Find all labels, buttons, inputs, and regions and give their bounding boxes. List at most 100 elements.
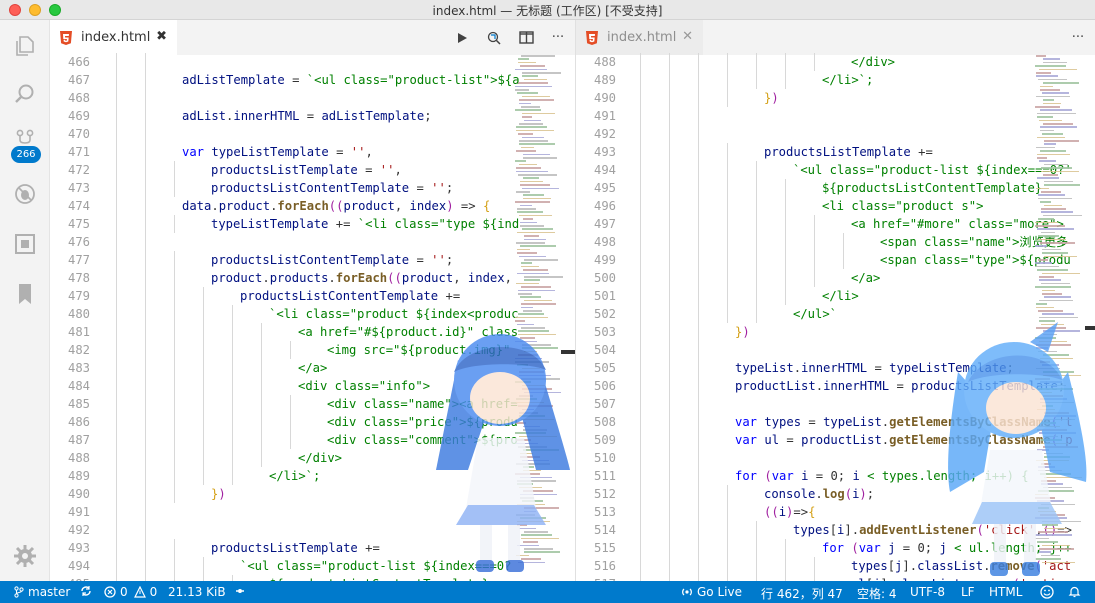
code-line[interactable]: 478 product.products.forEach((product, in… — [50, 269, 575, 287]
indent-guide — [698, 431, 699, 449]
indentation[interactable]: 空格: 4 — [857, 585, 897, 602]
indent-guide — [203, 467, 204, 485]
indent-guide — [174, 215, 175, 233]
indent-guide — [698, 377, 699, 395]
code-line[interactable]: 471 var typeListTemplate = '', — [50, 143, 575, 161]
indent-guide — [145, 107, 146, 125]
more-icon[interactable]: ··· — [1069, 29, 1087, 47]
indent-guide — [174, 161, 175, 179]
extensions-icon[interactable] — [0, 220, 50, 268]
go-live-button[interactable]: Go Live — [681, 585, 742, 599]
code-line[interactable]: 467 adListTemplate = `<ul class="product-… — [50, 71, 575, 89]
close-tab-button[interactable]: ✖ — [156, 29, 167, 44]
code-line[interactable]: 493 productsListTemplate += — [576, 143, 1095, 161]
code-line[interactable]: 469 adList.innerHTML = adListTemplate; — [50, 107, 575, 125]
minimap-line — [1038, 259, 1048, 261]
line-number: 490 — [593, 91, 616, 105]
indent-guide — [698, 323, 699, 341]
minimap-line — [1040, 85, 1053, 88]
code-line[interactable]: 497 <a href="#more" class="more"> — [576, 215, 1095, 233]
indent-guide — [640, 215, 641, 233]
code-line[interactable]: 501 </li> — [576, 287, 1095, 305]
gear-icon[interactable] — [0, 532, 50, 580]
code-line[interactable]: 491 — [576, 107, 1095, 125]
line-ending[interactable]: LF — [961, 585, 975, 599]
code-line[interactable]: 476 — [50, 233, 575, 251]
tab-index-html[interactable]: index.html ✖ — [50, 20, 177, 55]
indent-guide — [290, 431, 291, 449]
minimap-line — [1044, 140, 1079, 142]
files-icon[interactable] — [0, 22, 50, 70]
problems-indicator[interactable]: 0 0 — [104, 585, 157, 599]
code-line[interactable]: 474 data.product.forEach((product, index)… — [50, 197, 575, 215]
run-icon[interactable] — [453, 29, 471, 47]
indent-guide — [669, 557, 670, 575]
split-editor-icon[interactable] — [517, 29, 535, 47]
tab-index-html[interactable]: index.html ✕ — [576, 20, 703, 55]
close-tab-button[interactable]: ✕ — [682, 29, 693, 44]
code-line[interactable]: 492 — [576, 125, 1095, 143]
minimap-line — [523, 269, 548, 271]
minimap-line — [518, 289, 555, 292]
broadcast-icon[interactable] — [234, 585, 250, 597]
indent-guide — [640, 233, 641, 251]
indent-guide — [640, 179, 641, 197]
minimap-line — [517, 211, 543, 213]
code-line[interactable]: 498 <span class="name">浏览更多 — [576, 233, 1095, 251]
code-line[interactable]: 494 `<ul class="product-list ${index===0?… — [576, 161, 1095, 179]
minimap-line — [1040, 126, 1077, 128]
code-line[interactable]: 468 — [50, 89, 575, 107]
code-line[interactable]: 473 productsListContentTemplate = ''; — [50, 179, 575, 197]
notifications-icon[interactable] — [1068, 585, 1085, 598]
line-number: 490 — [67, 487, 90, 501]
code-line[interactable]: 472 productsListTemplate = '', — [50, 161, 575, 179]
minimap-line — [524, 238, 546, 241]
minimap-line — [516, 191, 530, 193]
line-number: 475 — [67, 217, 90, 231]
minimap-line — [520, 296, 541, 298]
indent-guide — [145, 341, 146, 359]
indent-guide — [174, 377, 175, 395]
branch-indicator[interactable]: master — [14, 585, 70, 599]
feedback-icon[interactable] — [1040, 585, 1058, 599]
minimap-line — [1041, 191, 1061, 193]
indent-guide — [116, 539, 117, 557]
minimap-line — [1044, 204, 1062, 207]
indent-guide — [174, 431, 175, 449]
sync-icon[interactable] — [80, 585, 96, 597]
code-line[interactable]: 500 </a> — [576, 269, 1095, 287]
code-line[interactable]: 499 <span class="type">${produ — [576, 251, 1095, 269]
compare-icon[interactable] — [485, 29, 503, 47]
minimap-line — [522, 136, 544, 139]
indent-guide — [756, 53, 757, 71]
error-icon — [104, 586, 116, 598]
indent-guide — [727, 287, 728, 305]
encoding[interactable]: UTF-8 — [910, 585, 945, 599]
code-line[interactable]: 490}) — [576, 89, 1095, 107]
indent-guide — [116, 143, 117, 161]
code-line[interactable]: 502 </ul>` — [576, 305, 1095, 323]
code-line[interactable]: 470 — [50, 125, 575, 143]
minimap-line — [1035, 221, 1058, 224]
language-mode[interactable]: HTML — [989, 585, 1022, 599]
debug-icon[interactable] — [0, 170, 50, 218]
indent-guide — [640, 431, 641, 449]
code-line[interactable]: 495 ${productsListContentTemplate} — [576, 179, 1095, 197]
minimap-line — [517, 248, 530, 251]
code-line[interactable]: 479 productsListContentTemplate += — [50, 287, 575, 305]
indent-guide — [116, 233, 117, 251]
code-line[interactable]: 488 </div> — [576, 53, 1095, 71]
bookmark-icon[interactable] — [0, 270, 50, 318]
cursor-position[interactable]: 行 462，列 47 — [761, 585, 843, 602]
code-line[interactable]: 466 — [50, 53, 575, 71]
code-text: ${productsListContentTemplate} — [822, 181, 1043, 195]
code-line[interactable]: 489 </li>`; — [576, 71, 1095, 89]
code-text: typeListTemplate += `<li class="type ${i… — [211, 217, 520, 231]
code-line[interactable]: 477 productsListContentTemplate = ''; — [50, 251, 575, 269]
code-line[interactable]: 475 typeListTemplate += `<li class="type … — [50, 215, 575, 233]
more-icon[interactable]: ··· — [549, 29, 567, 47]
indent-guide — [669, 89, 670, 107]
search-icon[interactable] — [0, 70, 50, 118]
indent-guide — [698, 467, 699, 485]
code-line[interactable]: 496 <li class="product s"> — [576, 197, 1095, 215]
